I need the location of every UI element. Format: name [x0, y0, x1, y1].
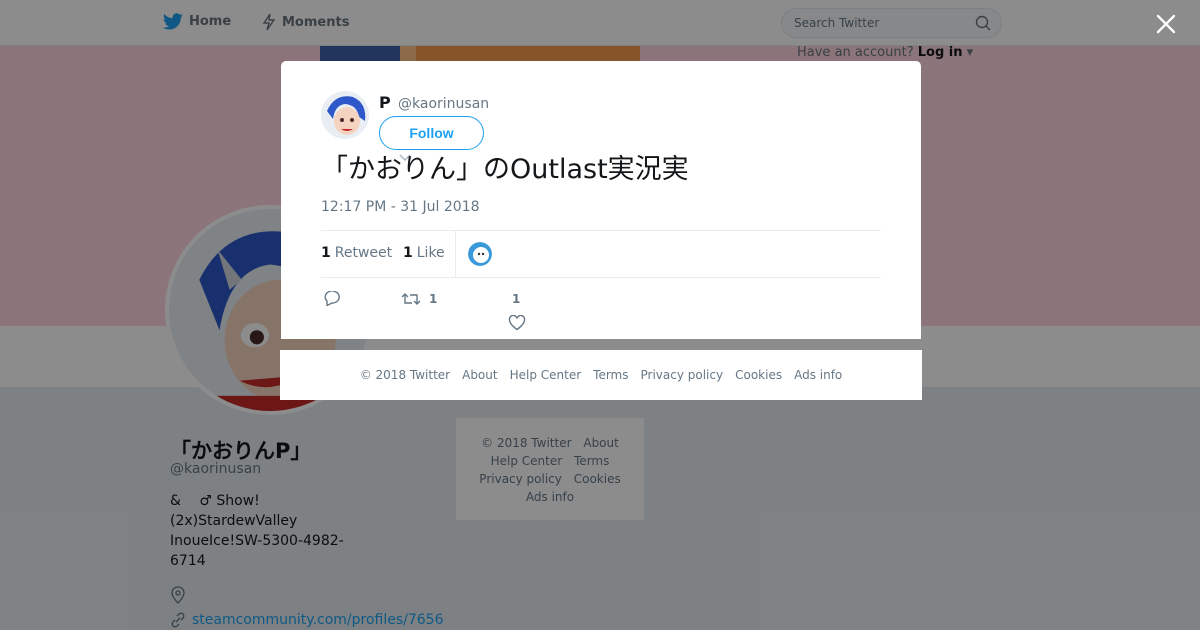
avatar-illustration	[468, 242, 492, 266]
retweet-count: 1	[321, 245, 331, 261]
retweet-label: Retweet	[334, 245, 393, 261]
retweet-icon	[401, 293, 421, 305]
footer-help-link[interactable]: Help Center	[510, 368, 582, 382]
like-count: 1	[403, 245, 413, 261]
footer-privacy-link[interactable]: Privacy policy	[641, 368, 724, 382]
avatar-illustration	[321, 91, 369, 139]
retweet-action-count: 1	[429, 292, 438, 306]
tweet-stats: 1 Retweet 1 Like	[321, 230, 881, 278]
footer-terms-link[interactable]: Terms	[593, 368, 628, 382]
reply-button[interactable]	[323, 291, 341, 307]
retweet-button[interactable]: 1	[401, 291, 437, 307]
like-stat[interactable]: 1 Like	[403, 245, 445, 261]
author-avatar[interactable]	[321, 91, 369, 139]
footer-cookies-link[interactable]: Cookies	[735, 368, 782, 382]
like-action-count: 1	[512, 292, 521, 306]
footer-ads-link[interactable]: Ads info	[794, 368, 842, 382]
modal-footer: © 2018 Twitter About Help Center Terms P…	[280, 350, 922, 400]
heart-icon[interactable]	[508, 315, 526, 331]
tweet-actions: 1 1	[321, 289, 881, 333]
author-name[interactable]: P	[379, 93, 391, 112]
tweet-timestamp[interactable]: 12:17 PM - 31 Jul 2018	[321, 199, 480, 215]
author-handle[interactable]: @kaorinusan	[398, 96, 489, 112]
liker-avatar[interactable]	[468, 242, 492, 266]
like-label: Like	[416, 245, 445, 261]
retweet-stat[interactable]: 1 Retweet	[321, 245, 392, 261]
follow-button[interactable]: Follow	[379, 116, 484, 150]
reply-icon	[324, 291, 340, 307]
footer-about-link[interactable]: About	[462, 368, 497, 382]
tweet-modal: P @kaorinusan Follow 「かおりん」のOutlast実況実 1…	[281, 61, 921, 339]
tweet-text: 「かおりん」のOutlast実況実	[321, 154, 689, 185]
close-icon[interactable]	[1154, 12, 1178, 36]
footer-copyright: © 2018 Twitter	[359, 368, 451, 382]
stats-divider	[455, 231, 456, 277]
